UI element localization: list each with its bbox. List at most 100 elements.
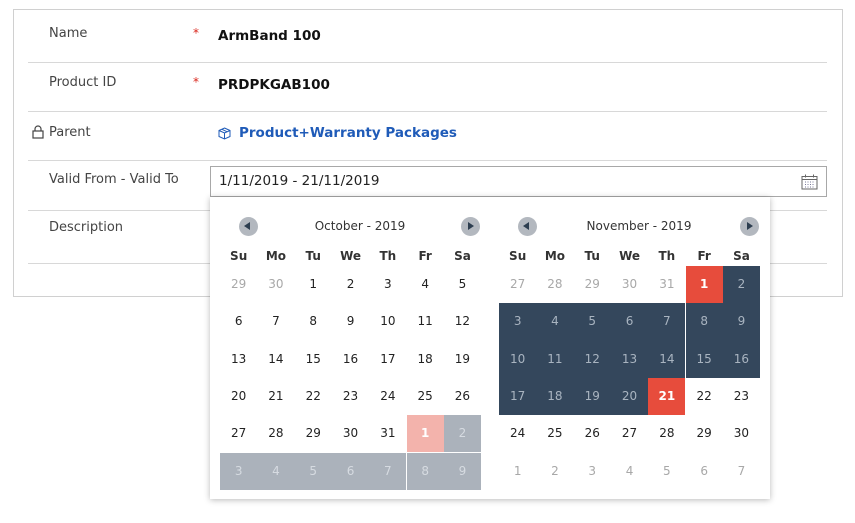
calendar-day[interactable]: 18 [536,377,574,416]
calendar-day[interactable]: 2 [443,415,482,453]
calendar-day[interactable]: 21 [257,378,294,415]
calendar-day[interactable]: 4 [611,453,648,490]
calendar-icon[interactable] [801,174,818,190]
calendar-day[interactable]: 9 [722,303,761,341]
calendar-day[interactable]: 26 [444,378,481,415]
calendar-day[interactable]: 7 [648,303,686,341]
calendar-day[interactable]: 8 [406,452,444,490]
calendar-day[interactable]: 4 [407,266,444,303]
calendar-day[interactable]: 2 [332,266,369,303]
calendar-day[interactable]: 10 [499,340,537,378]
calendar-day[interactable]: 4 [257,452,295,490]
calendar-day[interactable]: 22 [295,378,332,415]
calendar-day[interactable]: 31 [369,415,406,452]
calendar-day[interactable]: 28 [257,415,294,452]
calendar-day[interactable]: 2 [722,266,761,304]
calendar-day[interactable]: 5 [444,266,481,303]
calendar-day[interactable]: 8 [685,303,723,341]
calendar-day[interactable]: 1 [685,266,723,304]
calendar-day[interactable]: 11 [536,340,574,378]
calendar-day[interactable]: 31 [648,266,685,303]
calendar-day[interactable]: 15 [685,340,723,378]
calendar-day[interactable]: 14 [648,340,686,378]
calendar-day[interactable]: 20 [220,378,257,415]
field-row-product-id: Product ID * PRDPKGAB100 [28,63,827,112]
calendar-day[interactable]: 1 [499,453,536,490]
calendar-day[interactable]: 29 [295,415,332,452]
calendar-day[interactable]: 7 [723,453,760,490]
calendar-day[interactable]: 27 [611,415,648,452]
calendar-day[interactable]: 30 [332,415,369,452]
parent-link[interactable]: Product+Warranty Packages [218,125,457,141]
calendar-day[interactable]: 3 [220,452,258,490]
calendar-day[interactable]: 23 [332,378,369,415]
weekday-header: We [340,249,362,263]
calendar-month-november: November - 2019 Su Mo Tu We Th Fr Sa 27 28 29 30 31… [499,197,779,499]
calendar-day[interactable]: 1 [406,415,444,453]
name-value[interactable]: ArmBand 100 [218,28,321,44]
calendar-day[interactable]: 26 [574,415,611,452]
calendar-day[interactable]: 25 [407,378,444,415]
calendar-day[interactable]: 30 [257,266,294,303]
calendar-day[interactable]: 24 [369,378,406,415]
calendar-day[interactable]: 9 [332,303,369,340]
calendar-day[interactable]: 19 [573,377,611,416]
calendar-day[interactable]: 20 [610,377,649,416]
calendar-day[interactable]: 3 [574,453,611,490]
calendar-day[interactable]: 7 [369,452,407,490]
next-month-button[interactable] [740,217,759,236]
calendar-day[interactable]: 24 [499,415,536,452]
calendar-day[interactable]: 25 [536,415,573,452]
calendar-day[interactable]: 2 [536,453,573,490]
calendar-day[interactable]: 6 [686,453,723,490]
calendar-day[interactable]: 30 [611,266,648,303]
parent-link-text[interactable]: Product+Warranty Packages [239,125,457,141]
calendar-day[interactable]: 22 [686,378,723,415]
calendar-day[interactable]: 28 [536,266,573,303]
product-id-value[interactable]: PRDPKGAB100 [218,77,330,93]
calendar-day[interactable]: 15 [295,341,332,378]
calendar-day[interactable]: 19 [444,341,481,378]
field-label-name: Name [49,26,88,41]
calendar-day[interactable]: 13 [610,340,649,378]
calendar-day[interactable]: 5 [648,453,685,490]
calendar-day[interactable]: 29 [220,266,257,303]
calendar-day[interactable]: 30 [723,415,760,452]
calendar-day[interactable]: 18 [407,341,444,378]
calendar-day[interactable]: 29 [574,266,611,303]
calendar-day[interactable]: 6 [220,303,257,340]
calendar-day[interactable]: 16 [722,340,761,378]
date-range-value[interactable]: 1/11/2019 - 21/11/2019 [219,173,379,189]
calendar-day[interactable]: 27 [499,266,536,303]
calendar-day[interactable]: 12 [444,303,481,340]
calendar-day[interactable]: 7 [257,303,294,340]
lock-icon [32,125,44,139]
calendar-day[interactable]: 23 [723,378,760,415]
calendar-day[interactable]: 16 [332,341,369,378]
calendar-day[interactable]: 12 [573,340,611,378]
calendar-day[interactable]: 29 [686,415,723,452]
calendar-day[interactable]: 28 [648,415,685,452]
calendar-day[interactable]: 1 [295,266,332,303]
calendar-day[interactable]: 6 [331,452,370,490]
calendar-day[interactable]: 9 [443,452,482,490]
calendar-day[interactable]: 11 [407,303,444,340]
calendar-day[interactable]: 14 [257,341,294,378]
calendar-day[interactable]: 8 [295,303,332,340]
calendar-day[interactable]: 17 [369,341,406,378]
field-label-parent: Parent [49,125,91,140]
calendar-day[interactable]: 17 [499,377,537,416]
calendar-day[interactable]: 13 [220,341,257,378]
calendar-day[interactable]: 6 [610,303,649,341]
calendar-day[interactable]: 10 [369,303,406,340]
calendar-day[interactable]: 3 [369,266,406,303]
calendar-day[interactable]: 21 [648,377,686,416]
calendar-day[interactable]: 4 [536,303,574,341]
calendar-day[interactable]: 3 [499,303,537,341]
calendar-day[interactable]: 27 [220,415,257,452]
calendar-day[interactable]: 5 [573,303,611,341]
next-month-button[interactable] [461,217,480,236]
calendar-day[interactable]: 5 [294,452,332,490]
weekday-header: Su [509,249,527,263]
date-range-input[interactable]: 1/11/2019 - 21/11/2019 [210,166,827,197]
